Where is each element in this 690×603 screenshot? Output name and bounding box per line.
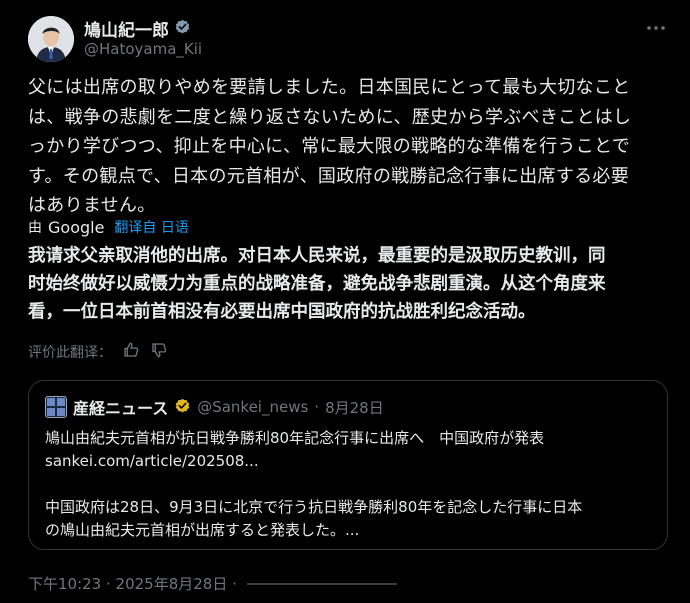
translated-from-link[interactable]: 翻译自 日语 xyxy=(114,217,188,237)
translated-line: 我请求父亲取消他的出席。对日本人民来说，最重要的是汲取历史教训，同 xyxy=(28,246,606,266)
thumbs-up-icon[interactable] xyxy=(122,341,140,363)
quoted-post[interactable]: 産経ニュース @Sankei_news · 8月28日 鳩山由紀夫元首相が抗日戦… xyxy=(28,380,668,550)
translated-by-label: 由 xyxy=(28,220,42,236)
quoted-author-name[interactable]: 産経ニュース xyxy=(73,395,168,419)
post-timestamp[interactable]: 下午10:23 · 2025年8月28日 · xyxy=(28,573,237,594)
avatar-photo-icon xyxy=(28,16,74,62)
original-post-text: 父には出席の取りやめを要請しました。日本国民にとって最も大切なこと は、戦争の悲… xyxy=(28,73,668,221)
post-footer: 下午10:23 · 2025年8月28日 · xyxy=(28,573,397,594)
sankei-logo-icon xyxy=(45,396,67,418)
author-handle[interactable]: @Hatoyama_Kii xyxy=(84,40,202,58)
redacted-view-count xyxy=(246,582,397,585)
google-logo: Google xyxy=(48,217,105,237)
original-line: っかり学びつつ、抑止を中心に、常に最大限の戦略的な準備を行うことで xyxy=(28,136,631,157)
meta-separator: · xyxy=(314,398,320,416)
translated-line: 时始终做好以威慑力为重点的战略准备，避免战争悲剧重演。从这个角度来 xyxy=(28,274,606,294)
rate-translation-row: 评价此翻译： xyxy=(28,341,168,363)
original-line: 父には出席の取りやめを要請しました。日本国民にとって最も大切なこと xyxy=(28,77,631,98)
original-line: す。その観点で、日本の元首相が、国政府の戦勝記念行事に出席する必要 xyxy=(28,165,630,187)
quoted-text-line: の鳩山由紀夫元首相が出席すると発表した。... xyxy=(45,521,360,539)
quoted-headline: 鳩山由紀夫元首相が抗日戦争勝利80年記念行事に出席へ 中国政府が発表 xyxy=(45,429,545,447)
quoted-link[interactable]: sankei.com/article/202508... xyxy=(45,450,657,473)
quoted-text-line: 中国政府は28日、9月3日に北京で行う抗日戦争勝利80年を記念した行事に日本 xyxy=(45,498,583,516)
quoted-post-body: 鳩山由紀夫元首相が抗日戦争勝利80年記念行事に出席へ 中国政府が発表 sanke… xyxy=(45,427,657,542)
translated-line: 看，一位日本前首相没有必要出席中国政府的抗战胜利纪念活动。 xyxy=(28,302,536,322)
original-line: は、戦争の悲劇を二度と繰り返さないために、歴史から学ぶべきことはし xyxy=(28,106,632,128)
translated-post-text: 我请求父亲取消他的出席。对日本人民来说，最重要的是汲取历史教训，同 时始终做好以… xyxy=(28,242,668,326)
quoted-post-header: 産経ニュース @Sankei_news · 8月28日 xyxy=(45,395,384,419)
quoted-author-handle[interactable]: @Sankei_news xyxy=(197,398,308,416)
translation-attribution: 由 Google 翻译自 日语 xyxy=(28,217,189,237)
author-name[interactable]: 鳩山紀一郎 xyxy=(84,16,169,41)
verified-badge-gold-icon xyxy=(174,397,191,418)
rate-translation-label: 评价此翻译： xyxy=(28,345,112,361)
verified-badge-icon xyxy=(174,18,191,39)
tweet: 鳩山紀一郎 @Hatoyama_Kii 父には出席の取りやめを要請しました。日本… xyxy=(0,0,690,603)
thumbs-down-icon[interactable] xyxy=(150,341,168,363)
author-name-row: 鳩山紀一郎 xyxy=(84,16,191,41)
quoted-post-date[interactable]: 8月28日 xyxy=(325,397,384,418)
more-options-icon[interactable] xyxy=(644,20,668,36)
author-avatar[interactable] xyxy=(28,16,74,62)
